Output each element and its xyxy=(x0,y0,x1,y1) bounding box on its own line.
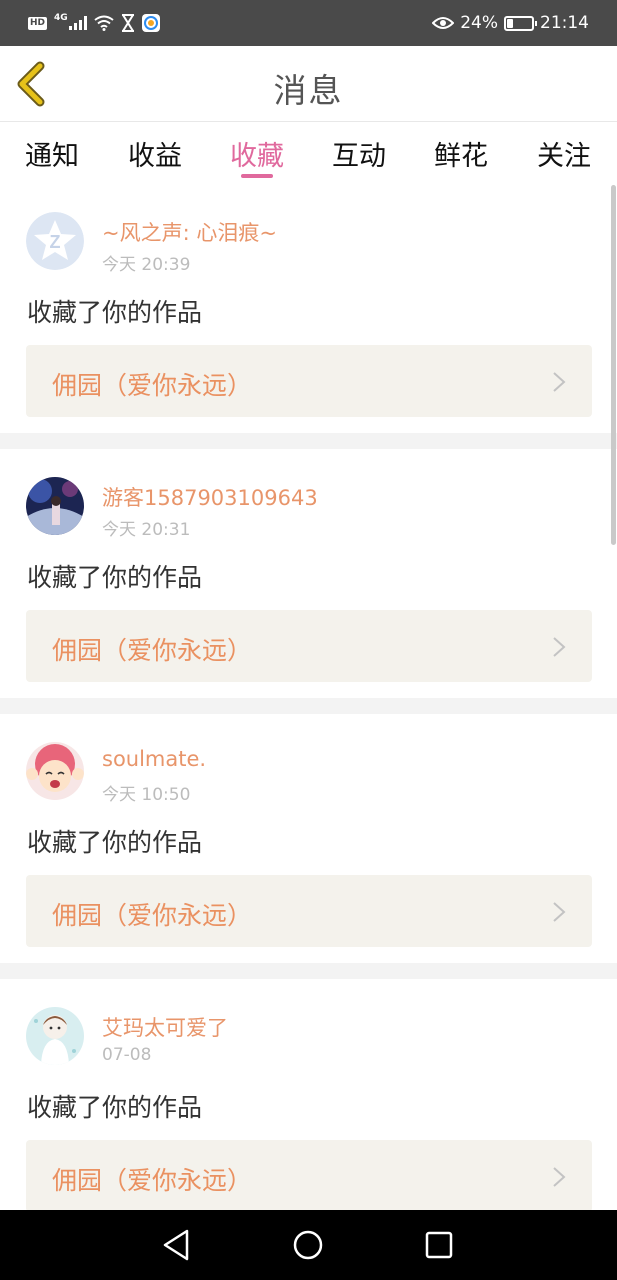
work-title: 佣园（爱你永远） xyxy=(52,901,253,930)
message-list[interactable]: Z ~风之声: 心泪痕~ 今天 20:39 收藏了你的作品 佣园（爱你永远） 游… xyxy=(0,184,617,1210)
message-text: 收藏了你的作品 xyxy=(27,1093,203,1122)
avatar[interactable]: Z xyxy=(26,212,84,270)
eye-icon xyxy=(432,17,455,29)
divider xyxy=(0,698,617,714)
username[interactable]: soulmate. xyxy=(102,747,206,771)
battery-percent: 24% xyxy=(460,13,498,33)
battery-level-fill xyxy=(507,18,513,28)
avatar[interactable] xyxy=(26,1007,84,1065)
hourglass-icon xyxy=(121,14,134,32)
list-item: soulmate. 今天 10:50 收藏了你的作品 佣园（爱你永远） xyxy=(0,714,617,963)
scrollbar[interactable] xyxy=(611,185,616,545)
tab-earnings[interactable]: 收益 xyxy=(122,134,188,173)
app-icon xyxy=(141,14,160,32)
work-title: 佣园（爱你永远） xyxy=(52,636,253,665)
divider xyxy=(0,963,617,979)
home-circle-icon[interactable] xyxy=(290,1227,326,1263)
tab-interaction[interactable]: 互动 xyxy=(326,134,392,173)
list-item: Z ~风之声: 心泪痕~ 今天 20:39 收藏了你的作品 佣园（爱你永远） xyxy=(0,184,617,433)
work-title: 佣园（爱你永远） xyxy=(52,371,253,400)
work-link[interactable]: 佣园（爱你永远） xyxy=(26,345,592,417)
timestamp: 今天 20:31 xyxy=(102,520,191,540)
clock: 21:14 xyxy=(540,13,589,33)
active-tab-indicator xyxy=(241,174,273,178)
chevron-right-icon xyxy=(553,902,566,922)
network-type-label: 4G xyxy=(54,13,68,23)
wifi-icon xyxy=(94,15,114,31)
recents-square-icon[interactable] xyxy=(421,1227,457,1263)
username[interactable]: 游客1587903109643 xyxy=(102,482,318,512)
status-bar: HD 4G 24% 21:14 xyxy=(0,0,617,46)
hd-icon: HD xyxy=(28,16,48,30)
list-item: 游客1587903109643 今天 20:31 收藏了你的作品 佣园（爱你永远… xyxy=(0,449,617,698)
svg-text:Z: Z xyxy=(50,232,61,252)
status-left: HD 4G xyxy=(28,11,160,35)
timestamp: 今天 10:50 xyxy=(102,785,191,805)
message-text: 收藏了你的作品 xyxy=(27,563,203,592)
work-title: 佣园（爱你永远） xyxy=(52,1166,253,1195)
work-link[interactable]: 佣园（爱你永远） xyxy=(26,610,592,682)
username[interactable]: 艾玛太可爱了 xyxy=(102,1012,228,1042)
message-text: 收藏了你的作品 xyxy=(27,298,203,327)
chevron-right-icon xyxy=(553,637,566,657)
system-nav-bar xyxy=(0,1210,617,1280)
timestamp: 今天 20:39 xyxy=(102,255,191,275)
tab-follow[interactable]: 关注 xyxy=(531,134,597,173)
username[interactable]: ~风之声: 心泪痕~ xyxy=(102,217,277,247)
work-link[interactable]: 佣园（爱你永远） xyxy=(26,875,592,947)
timestamp: 07-08 xyxy=(102,1045,152,1065)
tab-flowers[interactable]: 鲜花 xyxy=(428,134,494,173)
signal-icon xyxy=(68,16,87,30)
tab-notice[interactable]: 通知 xyxy=(19,134,85,173)
divider xyxy=(0,433,617,449)
chevron-right-icon xyxy=(553,372,566,392)
message-text: 收藏了你的作品 xyxy=(27,828,203,857)
status-right: 24% 21:14 xyxy=(432,11,589,35)
avatar[interactable] xyxy=(26,742,84,800)
tab-favorites[interactable]: 收藏 xyxy=(224,134,290,173)
battery-icon xyxy=(504,15,537,31)
avatar[interactable] xyxy=(26,477,84,535)
chevron-right-icon xyxy=(553,1167,566,1187)
app-header: 消息 xyxy=(0,46,617,122)
work-link[interactable]: 佣园（爱你永远） xyxy=(26,1140,592,1210)
tab-bar: 通知 收益 收藏 互动 鲜花 关注 xyxy=(0,122,617,184)
list-item: 艾玛太可爱了 07-08 收藏了你的作品 佣园（爱你永远） xyxy=(0,979,617,1210)
page-title: 消息 xyxy=(273,71,344,110)
back-triangle-icon[interactable] xyxy=(159,1227,195,1263)
